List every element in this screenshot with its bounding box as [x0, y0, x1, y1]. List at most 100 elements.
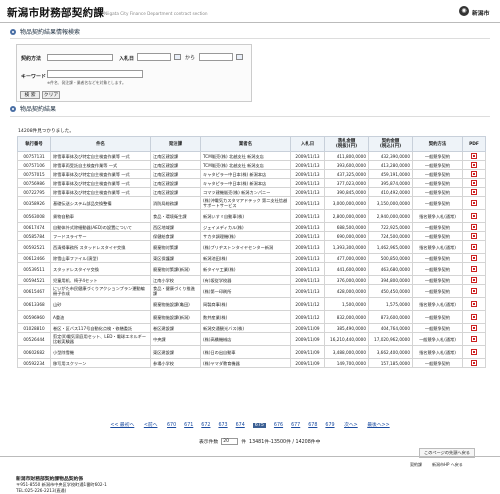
- city-logo-icon[interactable]: ◉: [459, 6, 469, 16]
- cell-method: 一般競争入札(通常): [412, 332, 463, 346]
- pdf-icon[interactable]: [471, 324, 477, 331]
- pdf-icon[interactable]: [471, 265, 477, 272]
- cell-method: 一般競争契約: [412, 284, 463, 298]
- keyword-note: ※件名、発注課・業者名などを対象とします。: [47, 80, 126, 85]
- cell-dept: 東区建設課: [150, 345, 201, 359]
- pdf-icon[interactable]: [471, 335, 477, 342]
- cell-pdf: [462, 178, 486, 188]
- prev-page-link[interactable]: <前へ: [144, 423, 158, 428]
- city-name[interactable]: 新潟市: [472, 8, 489, 17]
- pdf-icon[interactable]: [471, 199, 477, 206]
- cell-name[interactable]: 除雪車車体及び特定自主検査作業等 一式: [50, 187, 151, 197]
- cell-name[interactable]: 巻区・区バス117号自動化点検・修繕委託: [50, 323, 151, 333]
- cell-name[interactable]: スタッドレスタイヤ交換: [50, 262, 151, 276]
- pdf-icon[interactable]: [471, 313, 477, 320]
- cell-pdf: [462, 345, 486, 359]
- cell-name[interactable]: 移写用スクリーン: [50, 358, 151, 368]
- keyword-input[interactable]: [47, 70, 143, 78]
- cell-name[interactable]: A重油: [50, 310, 151, 324]
- page-number-link[interactable]: 678: [308, 423, 317, 428]
- page-number-link[interactable]: 674: [236, 423, 245, 428]
- cell-name[interactable]: フードスライサー: [50, 231, 151, 241]
- cell-contract: 722,925,0000: [368, 222, 413, 232]
- pdf-icon[interactable]: [471, 188, 477, 195]
- cell-name[interactable]: 基礎伝送システム部品交換整備: [50, 196, 151, 210]
- footer-link-hp[interactable]: 新潟市HP へ戻る: [432, 462, 463, 468]
- footer-link-contract[interactable]: 契約課: [410, 462, 422, 468]
- cell-vendor: コマツ建機販売(株) 新潟カンパニー: [200, 187, 291, 197]
- cell-name[interactable]: 除雪車車体及び特定自主検査作業等 一式: [50, 178, 151, 188]
- pdf-icon[interactable]: [471, 179, 477, 186]
- last-page-link[interactable]: 最後へ>>: [367, 423, 389, 428]
- cell-no: 00617474: [17, 222, 51, 232]
- pdf-icon[interactable]: [471, 212, 477, 219]
- next-page-link[interactable]: 次へ>: [344, 423, 358, 428]
- cell-pdf: [462, 332, 486, 346]
- cell-name[interactable]: 除雪山車ファイル(演型): [50, 253, 151, 263]
- search-section-header: 物品契約結果情報検索: [10, 27, 80, 36]
- table-row: 00617474 自動体外式除細動器(AED)の設置について 西区地域課 ジェイメディ…: [17, 222, 486, 232]
- pdf-icon[interactable]: [471, 232, 477, 239]
- page-number-link[interactable]: 675: [252, 423, 266, 428]
- page-number-link[interactable]: 677: [291, 423, 300, 428]
- pdf-icon[interactable]: [471, 152, 477, 159]
- date-from-input[interactable]: [137, 53, 171, 61]
- method-select[interactable]: [47, 54, 113, 61]
- cell-vendor: 新潟池田(株): [200, 253, 291, 263]
- pdf-icon[interactable]: [471, 287, 477, 294]
- page-number-link[interactable]: 679: [325, 423, 334, 428]
- page-number-link[interactable]: 671: [184, 423, 193, 428]
- cell-name[interactable]: 山砂: [50, 297, 151, 311]
- table-row: 00757015 除雪車車体及び特定自主検査作業等 一式 江南区建設課 キャタピラー中…: [17, 169, 486, 179]
- cell-dept: 巻区建設課: [150, 323, 201, 333]
- site-title[interactable]: 新潟市財務部契約課: [7, 5, 104, 20]
- first-page-link[interactable]: << 最初へ: [110, 423, 134, 428]
- cell-no: 00602682: [17, 345, 51, 359]
- cell-name[interactable]: 剪定(Ⅱ)電気家庭用セット、LED・電球エネルギー比較実験器: [50, 332, 151, 346]
- cell-name[interactable]: 除雪車両受託自主検査作業等 一式: [50, 160, 151, 170]
- pdf-icon[interactable]: [471, 348, 477, 355]
- cell-bid: 411,800,0000: [324, 151, 369, 161]
- date-label: 入札日: [119, 56, 135, 62]
- pdf-icon[interactable]: [471, 276, 477, 283]
- cell-name[interactable]: 小型除雪機: [50, 345, 151, 359]
- cell-name[interactable]: にいがた市民健康づくりアクションプラン運動編冊子作成: [50, 284, 151, 298]
- per-page-control: 表示件数 20 件 13481件-13500件 / 14208件中: [199, 438, 320, 445]
- cell-name[interactable]: 除雪車車体及び特定自主検査作業等 一式: [50, 169, 151, 179]
- cell-vendor: (株)沖電気カスタマアドテック 第二支社信越サポートサービス: [200, 196, 291, 210]
- page-number-link[interactable]: 676: [274, 423, 283, 428]
- cell-name[interactable]: 除雪車車体及び特定自主検査作業等 一式: [50, 151, 151, 161]
- table-body: 00757131 除雪車車体及び特定自主検査作業等 一式 江南区建設課 TCM販売(株…: [17, 151, 486, 368]
- cell-name[interactable]: 児童用机、椅子4セット: [50, 275, 151, 285]
- pdf-icon[interactable]: [471, 254, 477, 261]
- calendar-icon[interactable]: [174, 54, 181, 60]
- cell-date: 2009/11/13: [290, 240, 325, 254]
- per-page-select[interactable]: 20: [221, 438, 239, 445]
- search-button[interactable]: 検 索: [20, 91, 40, 99]
- page-number-link[interactable]: 672: [201, 423, 210, 428]
- site-header: 新潟市財務部契約課 Niigata City Finance Departmen…: [0, 0, 500, 23]
- cell-bid: 376,000,0000: [324, 275, 369, 285]
- pdf-icon[interactable]: [471, 243, 477, 250]
- cell-pdf: [462, 323, 486, 333]
- pdf-icon[interactable]: [471, 223, 477, 230]
- cell-name[interactable]: 自動体外式除細動器(AED)の設置について: [50, 222, 151, 232]
- page-number-link[interactable]: 673: [218, 423, 227, 428]
- cell-name[interactable]: 貨物自動車: [50, 209, 151, 223]
- table-row: 00526444 剪定(Ⅱ)電気家庭用セット、LED・電球エネルギー比較実験器 中央…: [17, 332, 486, 346]
- page-number-link[interactable]: 670: [167, 423, 176, 428]
- pdf-icon[interactable]: [471, 170, 477, 177]
- pdf-icon[interactable]: [471, 300, 477, 307]
- cell-vendor: 新タイヤ工業(株): [200, 262, 291, 276]
- pdf-icon[interactable]: [471, 359, 477, 366]
- pdf-icon[interactable]: [471, 161, 477, 168]
- cell-date: 2009/11/13: [290, 178, 325, 188]
- date-to-input[interactable]: [199, 53, 233, 61]
- cell-bid: 477,000,0000: [324, 253, 369, 263]
- calendar-icon[interactable]: [236, 54, 243, 60]
- clear-button[interactable]: クリア: [42, 91, 60, 99]
- cell-name[interactable]: 西清掃事務所 スタッドレスタイヤ交換: [50, 240, 151, 254]
- cell-no: 00757106: [17, 160, 51, 170]
- cell-bid: 428,000,0000: [324, 284, 369, 298]
- section-bullet-icon: [10, 28, 16, 35]
